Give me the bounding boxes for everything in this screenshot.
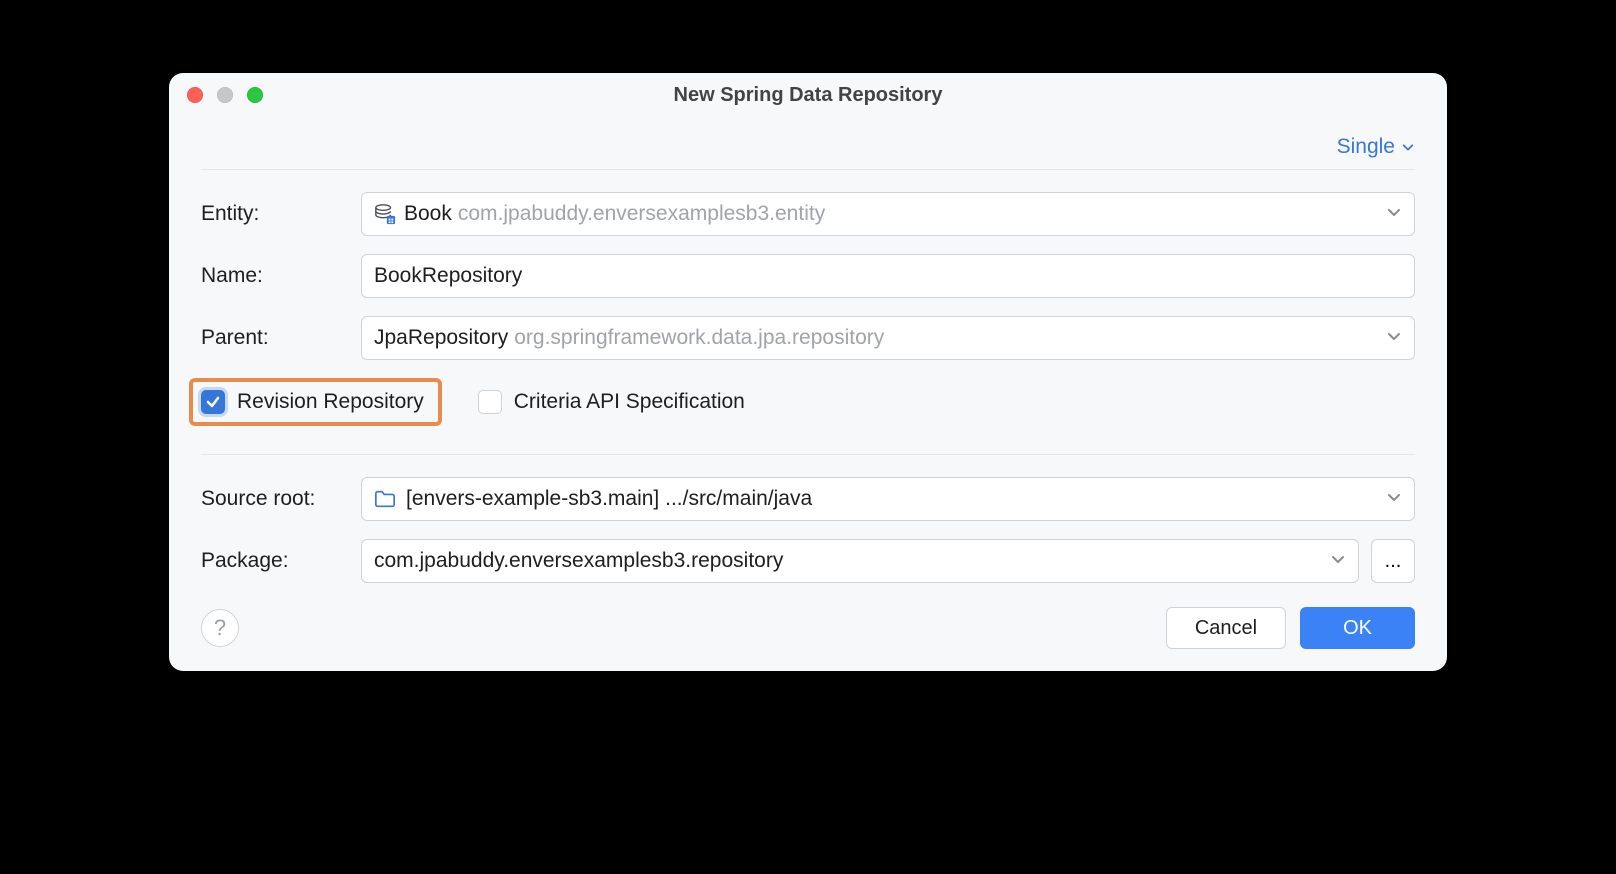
close-window-icon[interactable] bbox=[187, 87, 203, 103]
maximize-window-icon[interactable] bbox=[247, 87, 263, 103]
chevron-down-icon bbox=[1401, 140, 1415, 154]
browse-package-button[interactable]: ... bbox=[1371, 539, 1415, 583]
package-row: Package: com.jpabuddy.enversexamplesb3.r… bbox=[201, 539, 1415, 583]
help-button[interactable]: ? bbox=[201, 609, 239, 647]
dialog-title: New Spring Data Repository bbox=[169, 84, 1447, 107]
traffic-lights bbox=[187, 87, 263, 103]
entity-package: com.jpabuddy.enversexamplesb3.entity bbox=[458, 202, 825, 226]
entity-class-icon bbox=[374, 203, 396, 225]
chevron-down-icon bbox=[1386, 202, 1402, 226]
dialog-footer: ? Cancel OK bbox=[201, 607, 1415, 649]
package-label: Package: bbox=[201, 549, 361, 573]
minimize-window-icon bbox=[217, 87, 233, 103]
revision-repository-checkbox[interactable] bbox=[201, 390, 225, 414]
mode-dropdown[interactable]: Single bbox=[1337, 135, 1415, 159]
folder-icon bbox=[374, 488, 396, 510]
cancel-button[interactable]: Cancel bbox=[1166, 607, 1286, 649]
name-label: Name: bbox=[201, 264, 361, 288]
source-root-row: Source root: [envers-example-sb3.main] .… bbox=[201, 477, 1415, 521]
criteria-api-checkbox[interactable] bbox=[478, 390, 502, 414]
chevron-down-icon bbox=[1330, 549, 1346, 573]
criteria-api-item: Criteria API Specification bbox=[478, 390, 745, 414]
parent-label: Parent: bbox=[201, 326, 361, 350]
package-group: com.jpabuddy.enversexamplesb3.repository… bbox=[361, 539, 1415, 583]
package-value: com.jpabuddy.enversexamplesb3.repository bbox=[374, 549, 783, 573]
entity-row: Entity: Book com.jpabuddy.enversexamples… bbox=[201, 192, 1415, 236]
name-row: Name: bbox=[201, 254, 1415, 298]
parent-value: JpaRepository bbox=[374, 326, 508, 350]
dialog-content: Single Entity: Book bbox=[169, 113, 1447, 671]
chevron-down-icon bbox=[1386, 326, 1402, 350]
entity-dropdown[interactable]: Book com.jpabuddy.enversexamplesb3.entit… bbox=[361, 192, 1415, 236]
criteria-api-label: Criteria API Specification bbox=[514, 390, 745, 414]
parent-row: Parent: JpaRepository org.springframewor… bbox=[201, 316, 1415, 360]
checkmark-icon bbox=[205, 394, 221, 410]
ok-button[interactable]: OK bbox=[1300, 607, 1415, 649]
dialog-window: New Spring Data Repository Single Entity… bbox=[169, 73, 1447, 671]
revision-repository-highlight: Revision Repository bbox=[189, 378, 442, 426]
mode-label: Single bbox=[1337, 135, 1395, 159]
source-root-value: [envers-example-sb3.main] .../src/main/j… bbox=[406, 487, 812, 511]
name-input[interactable] bbox=[374, 255, 1402, 297]
revision-repository-item: Revision Repository bbox=[201, 390, 424, 414]
name-field-wrapper bbox=[361, 254, 1415, 298]
source-root-dropdown[interactable]: [envers-example-sb3.main] .../src/main/j… bbox=[361, 477, 1415, 521]
entity-value: Book bbox=[404, 202, 452, 226]
revision-repository-label: Revision Repository bbox=[237, 390, 424, 414]
source-root-label: Source root: bbox=[201, 487, 361, 511]
package-dropdown[interactable]: com.jpabuddy.enversexamplesb3.repository bbox=[361, 539, 1359, 583]
footer-buttons: Cancel OK bbox=[1166, 607, 1415, 649]
divider bbox=[201, 454, 1415, 455]
checkbox-row: Revision Repository Criteria API Specifi… bbox=[201, 378, 1415, 426]
titlebar: New Spring Data Repository bbox=[169, 73, 1447, 113]
parent-package: org.springframework.data.jpa.repository bbox=[514, 326, 884, 350]
entity-label: Entity: bbox=[201, 202, 361, 226]
mode-row: Single bbox=[201, 135, 1415, 170]
parent-dropdown[interactable]: JpaRepository org.springframework.data.j… bbox=[361, 316, 1415, 360]
chevron-down-icon bbox=[1386, 487, 1402, 511]
